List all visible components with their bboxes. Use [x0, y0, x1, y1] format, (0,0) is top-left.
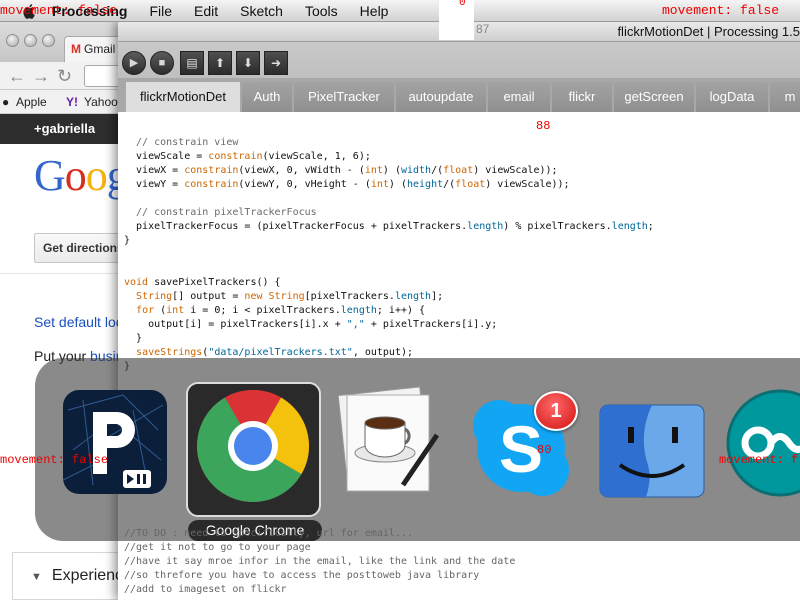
chrome-app-icon[interactable] — [186, 382, 321, 517]
menu-file[interactable]: File — [149, 3, 172, 19]
save-button[interactable]: ⬇ — [236, 51, 260, 75]
movement-overlay-top-left: movement: false — [0, 3, 118, 18]
back-arrow-icon[interactable]: ← — [8, 66, 26, 86]
skype-notification-badge: 1 — [534, 391, 578, 431]
export-arrow-icon: ➜ — [270, 56, 282, 70]
finder-face-icon — [599, 404, 705, 498]
gray-number: 87 — [476, 22, 490, 36]
code-line: //get it not to go to your page — [124, 542, 311, 553]
code-comments: //TO DO : need to specifically, url for … — [124, 527, 515, 597]
code-line: //add to imageset on flickr — [124, 584, 287, 595]
menu-edit[interactable]: Edit — [194, 3, 218, 19]
play-icon: ▶ — [129, 57, 139, 69]
tab-auth[interactable]: Auth — [242, 82, 292, 112]
new-file-icon: ▤ — [186, 56, 198, 70]
stop-button[interactable]: ■ — [150, 51, 174, 75]
tab-email[interactable]: email — [488, 82, 550, 112]
gmail-tab-title: Gmail — [84, 42, 116, 56]
window-title: flickrMotionDet | Processing 1.5 — [617, 24, 800, 39]
stop-icon: ■ — [158, 57, 166, 69]
sketch-output-window — [439, 0, 474, 40]
coffee-cup-icon — [337, 386, 440, 492]
menu-sketch[interactable]: Sketch — [240, 3, 283, 19]
tab-pixeltracker[interactable]: PixelTracker — [294, 82, 394, 112]
account-link[interactable]: +gabriella — [34, 121, 95, 136]
zoom-window-button[interactable] — [42, 34, 55, 47]
arduino-logo-icon — [726, 389, 800, 497]
arduino-app-icon[interactable] — [725, 388, 800, 498]
coffee-app-icon[interactable] — [333, 385, 445, 497]
movement-overlay-mid-left: movement: false — [0, 453, 109, 467]
tab-flickr[interactable]: flickr — [552, 82, 612, 112]
tab-autoupdate[interactable]: autoupdate — [396, 82, 486, 112]
debug-number-88: 88 — [536, 119, 551, 133]
export-button[interactable]: ➜ — [264, 51, 288, 75]
tab-logdata[interactable]: logData — [696, 82, 768, 112]
open-button[interactable]: ⬆ — [208, 51, 232, 75]
save-arrow-icon: ⬇ — [242, 56, 254, 70]
processing-logo-icon — [63, 394, 164, 488]
reload-icon[interactable]: ↻ — [57, 66, 72, 86]
apple-logo-icon: ● — [2, 95, 10, 109]
sketch-tabs: flickrMotionDet Auth PixelTracker autoup… — [118, 78, 800, 112]
disclosure-triangle-icon: ▼ — [31, 571, 42, 583]
finder-app-icon[interactable] — [598, 403, 706, 499]
code-line: //so threfore you have to access the pos… — [124, 570, 480, 581]
new-button[interactable]: ▤ — [180, 51, 204, 75]
processing-app-icon[interactable] — [63, 390, 167, 494]
bookmark-apple[interactable]: Apple — [16, 95, 47, 109]
run-button[interactable]: ▶ — [122, 51, 146, 75]
menu-help[interactable]: Help — [360, 3, 389, 19]
code-text: // constrain view viewScale = constrain(… — [124, 137, 654, 372]
code-line: //have it say mroe infor in the email, l… — [124, 556, 516, 567]
yahoo-icon: Y! — [66, 95, 78, 109]
movement-overlay-top-right: movement: false — [662, 3, 780, 18]
divider — [0, 273, 120, 274]
code-line: //TO DO : need to specifically, url for … — [124, 528, 413, 539]
debug-tiny-number: 0 — [459, 0, 466, 9]
open-arrow-icon: ⬆ — [214, 56, 226, 70]
tab-m[interactable]: m — [770, 82, 800, 112]
tab-flickrmotiondet[interactable]: flickrMotionDet — [126, 82, 240, 112]
menu-tools[interactable]: Tools — [305, 3, 338, 19]
close-window-button[interactable] — [6, 34, 19, 47]
gmail-icon: M — [71, 42, 81, 56]
debug-number-80: 80 — [537, 443, 552, 457]
minimize-window-button[interactable] — [24, 34, 37, 47]
movement-overlay-mid-right: movement: f — [719, 453, 799, 467]
tab-getscreen[interactable]: getScreen — [614, 82, 694, 112]
chrome-logo-icon — [197, 389, 309, 503]
bookmark-yahoo[interactable]: Yahoo — [84, 95, 118, 109]
forward-arrow-icon[interactable]: → — [32, 66, 50, 86]
